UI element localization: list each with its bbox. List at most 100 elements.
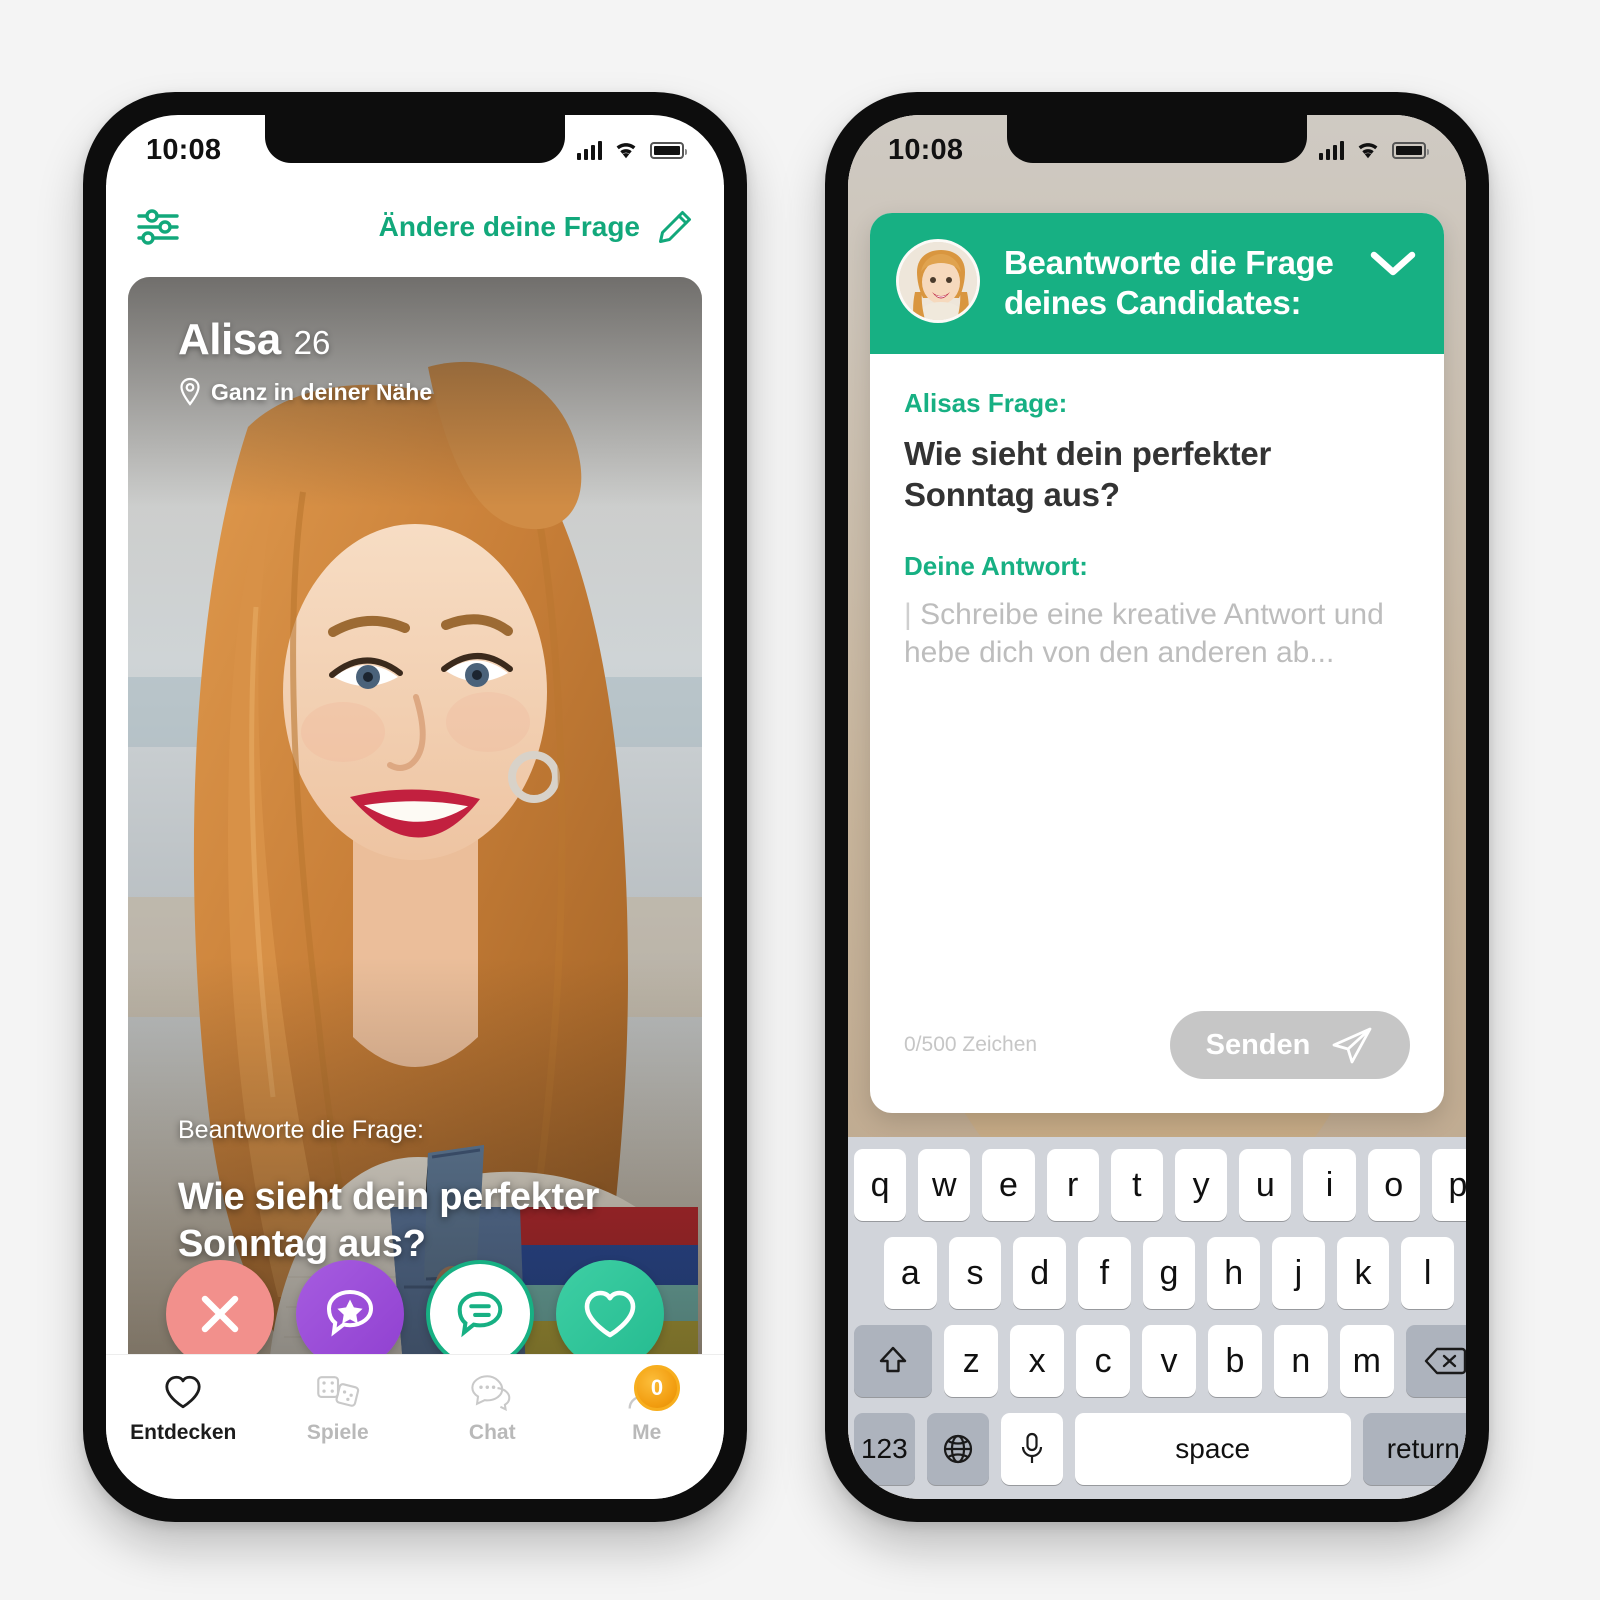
key-h[interactable]: h [1207, 1237, 1261, 1309]
collapse-button[interactable] [1368, 239, 1418, 284]
tab-label: Spiele [306, 1421, 369, 1444]
profile-card[interactable]: Alisa 26 Ganz in deiner Nähe Beantworte … [128, 277, 702, 1377]
key-o[interactable]: o [1367, 1149, 1420, 1221]
keyboard-row-1: q w e r t y u i o p [848, 1149, 1466, 1221]
globe-key[interactable] [926, 1413, 989, 1485]
key-l[interactable]: l [1401, 1237, 1455, 1309]
key-n[interactable]: n [1273, 1325, 1328, 1397]
answer-sheet: Beantworte die Frage deines Candidates: … [870, 213, 1444, 1113]
cellular-bars-icon [577, 140, 602, 160]
key-r[interactable]: r [1046, 1149, 1099, 1221]
chat-bubble-icon [457, 1291, 503, 1338]
chevron-down-icon [1370, 251, 1416, 276]
notch [1007, 115, 1307, 163]
space-key[interactable]: space [1074, 1413, 1351, 1485]
key-z[interactable]: z [944, 1325, 999, 1397]
character-counter: 0/500 Zeichen [904, 1033, 1038, 1056]
key-t[interactable]: t [1110, 1149, 1163, 1221]
like-button[interactable] [556, 1260, 664, 1368]
dictation-key[interactable] [1000, 1413, 1063, 1485]
microphone-icon [1021, 1432, 1042, 1463]
star-chat-bubble-icon [326, 1289, 374, 1337]
coin-badge: 0 [634, 1365, 680, 1411]
key-s[interactable]: s [948, 1237, 1002, 1309]
tab-spiele[interactable]: Spiele [261, 1373, 416, 1445]
globe-icon [943, 1434, 972, 1464]
sliders-filter-icon[interactable] [136, 207, 180, 247]
card-question-label: Beantworte die Frage: [178, 1116, 424, 1144]
shift-key[interactable] [854, 1325, 933, 1397]
pencil-icon[interactable] [656, 208, 694, 246]
message-button[interactable] [426, 1260, 534, 1368]
phone-right-screen: 10:08 Beantworte die Frage deines Candid… [848, 115, 1466, 1499]
phone-left-screen: 10:08 Ändere deine Frage Alisa 26 Ganz i… [106, 115, 724, 1499]
text-caret: | [904, 598, 912, 631]
key-c[interactable]: c [1076, 1325, 1131, 1397]
change-question-label: Ändere deine Frage [378, 211, 640, 242]
battery-icon [650, 141, 687, 159]
return-key[interactable]: return [1362, 1413, 1466, 1485]
key-f[interactable]: f [1078, 1237, 1131, 1309]
key-k[interactable]: k [1336, 1237, 1390, 1309]
numbers-key[interactable]: 123 [854, 1413, 915, 1485]
sheet-header-title: Beantworte die Frage deines Candidates: [1004, 244, 1334, 322]
profile-location-row: Ganz in deiner Nähe [178, 377, 432, 407]
sheet-footer: 0/500 Zeichen Senden [870, 1011, 1444, 1113]
key-i[interactable]: i [1303, 1149, 1356, 1221]
screenshot-stage: 10:08 Ändere deine Frage Alisa 26 Ganz i… [0, 0, 1600, 1600]
change-question-button[interactable]: Ändere deine Frage [379, 208, 694, 246]
question-text: Wie sieht dein perfekter Sonntag aus? [904, 434, 1272, 513]
heart-icon [165, 1375, 201, 1409]
profile-avatar-image [899, 242, 977, 320]
status-time: 10:08 [146, 133, 222, 166]
key-p[interactable]: p [1431, 1149, 1466, 1221]
superlike-button[interactable] [296, 1260, 404, 1368]
key-b[interactable]: b [1207, 1325, 1262, 1397]
nope-button[interactable] [166, 1260, 274, 1368]
top-bar-left: Ändere deine Frage [106, 185, 724, 269]
key-x[interactable]: x [1010, 1325, 1065, 1397]
tab-chat[interactable]: Chat [415, 1373, 570, 1445]
answer-input[interactable]: | Schreibe eine kreative Antwort und heb… [904, 596, 1410, 673]
send-label: Senden [1205, 1028, 1311, 1061]
tab-label: Me [632, 1421, 662, 1444]
tab-bar: Entdecken Spiele Chat Me 0 [106, 1354, 724, 1499]
keyboard-row-2: a s d f g h j k l [848, 1237, 1466, 1309]
key-v[interactable]: v [1142, 1325, 1196, 1397]
key-q[interactable]: q [853, 1149, 907, 1221]
key-j[interactable]: j [1272, 1237, 1325, 1309]
key-w[interactable]: w [918, 1149, 971, 1221]
answer-placeholder: Schreibe eine kreative Antwort und hebe … [904, 598, 1384, 670]
key-u[interactable]: u [1239, 1149, 1292, 1221]
notch [265, 115, 565, 163]
send-button[interactable]: Senden [1170, 1011, 1410, 1079]
key-a[interactable]: a [883, 1237, 937, 1309]
keyboard-row-3: z x c v b n m [848, 1325, 1466, 1397]
profile-age: 26 [293, 324, 331, 361]
phone-right: 10:08 Beantworte die Frage deines Candid… [825, 92, 1489, 1522]
keyboard-row-4: 123 space return [848, 1413, 1466, 1485]
heart-icon [584, 1290, 636, 1338]
avatar[interactable] [896, 239, 980, 323]
key-y[interactable]: y [1175, 1149, 1228, 1221]
key-g[interactable]: g [1142, 1237, 1196, 1309]
answer-label: Deine Antwort: [904, 551, 1088, 581]
wifi-icon [616, 143, 636, 159]
key-e[interactable]: e [982, 1149, 1035, 1221]
location-pin-icon [180, 377, 200, 406]
onscreen-keyboard: q w e r t y u i o p a s d f g h j k l z … [848, 1137, 1466, 1499]
tab-label: Entdecken [130, 1421, 237, 1444]
key-d[interactable]: d [1013, 1237, 1066, 1309]
tab-label: Chat [468, 1421, 516, 1444]
tab-me[interactable]: Me 0 [570, 1365, 725, 1445]
backspace-icon [1424, 1347, 1466, 1375]
paper-plane-icon [1332, 1027, 1372, 1064]
dice-icon [316, 1376, 359, 1407]
shift-arrow-icon [879, 1346, 907, 1373]
backspace-key[interactable] [1405, 1325, 1466, 1397]
sheet-body: Alisas Frage: Wie sieht dein perfekter S… [870, 354, 1444, 1012]
tab-entdecken[interactable]: Entdecken [106, 1373, 261, 1445]
key-m[interactable]: m [1339, 1325, 1394, 1397]
card-name-row: Alisa 26 [178, 315, 330, 365]
chat-bubbles-icon [471, 1375, 511, 1411]
